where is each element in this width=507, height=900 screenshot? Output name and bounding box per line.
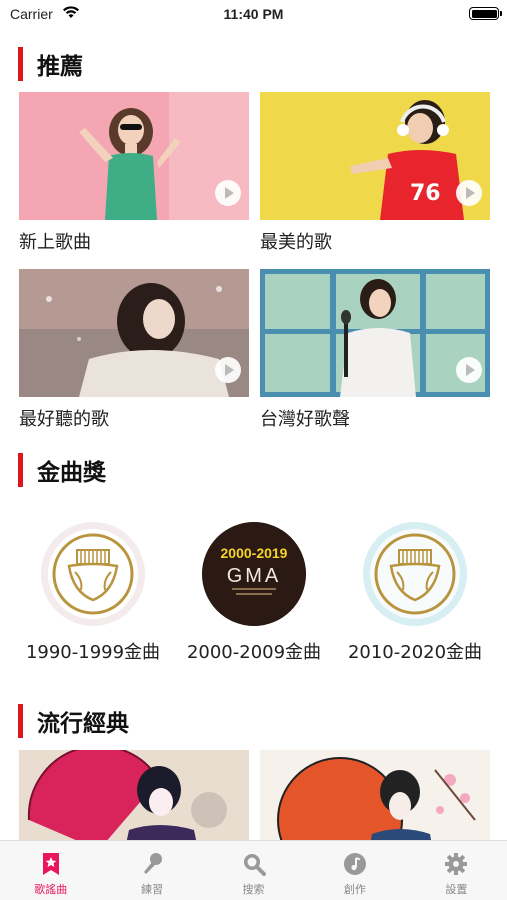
award-cover-image xyxy=(41,522,145,626)
playlist-cover-image xyxy=(260,750,490,840)
award-title: 2000-2009金曲 xyxy=(186,642,322,663)
award-title: 2010-2020金曲 xyxy=(347,642,483,663)
section-title: 推薦 xyxy=(37,54,83,80)
bookmark-star-icon xyxy=(38,851,64,877)
golden-melody-logo-icon xyxy=(48,529,138,619)
section-header-awards: 金曲獎 xyxy=(18,453,106,487)
gma-logo-icon: 2000-2019 GMA xyxy=(202,522,306,626)
section-title: 流行經典 xyxy=(37,711,129,737)
playlist-title: 新上歌曲 xyxy=(19,232,91,253)
section-header-classics: 流行經典 xyxy=(18,704,129,738)
tab-bar: 歌謠曲 練習 搜索 創作 設置 xyxy=(0,840,507,900)
playlist-cover-image xyxy=(19,750,249,840)
section-accent-bar xyxy=(18,704,23,738)
music-note-icon xyxy=(342,851,368,877)
tab-practice[interactable]: 練習 xyxy=(101,841,202,900)
playlist-title: 最好聽的歌 xyxy=(19,409,109,430)
play-icon[interactable] xyxy=(215,180,241,206)
award-card-1990s[interactable]: 1990-1999金曲 xyxy=(13,522,173,664)
playlist-card-classic-2[interactable] xyxy=(260,750,490,840)
status-bar: Carrier 11:40 PM xyxy=(0,0,507,30)
award-title: 1990-1999金曲 xyxy=(25,642,161,663)
award-card-2010s[interactable]: 2010-2020金曲 xyxy=(335,522,495,664)
search-icon xyxy=(241,851,267,877)
tab-create[interactable]: 創作 xyxy=(304,841,405,900)
microphone-icon xyxy=(139,851,165,877)
playlist-cover-image: 76 xyxy=(260,92,490,220)
svg-text:76: 76 xyxy=(410,181,441,206)
gear-icon xyxy=(443,851,469,877)
section-header-recommended: 推薦 xyxy=(18,47,83,81)
section-accent-bar xyxy=(18,453,23,487)
play-icon[interactable] xyxy=(215,357,241,383)
award-badge-logo: GMA xyxy=(227,565,282,587)
battery-icon xyxy=(469,7,502,20)
tab-label: 搜索 xyxy=(242,883,265,896)
tab-label: 練習 xyxy=(141,883,164,896)
section-title: 金曲獎 xyxy=(37,460,106,486)
playlist-cover-image xyxy=(260,269,490,397)
playlist-title: 台灣好歌聲 xyxy=(260,409,350,430)
playlist-cover-image xyxy=(19,269,249,397)
playlist-card-classic-1[interactable] xyxy=(19,750,249,840)
tab-label: 歌謠曲 xyxy=(34,883,68,896)
playlist-card-most-beautiful[interactable]: 76 最美的歌 xyxy=(260,92,490,254)
award-cover-image: 2000-2019 GMA xyxy=(202,522,306,626)
play-icon[interactable] xyxy=(456,357,482,383)
award-card-2000s[interactable]: 2000-2019 GMA 2000-2009金曲 xyxy=(174,522,334,664)
main-content[interactable]: 推薦 新上歌曲 76 最美的歌 最好聽的歌 台灣好歌聲 金曲獎 1990-199… xyxy=(0,30,507,840)
playlist-card-taiwan-voices[interactable]: 台灣好歌聲 xyxy=(260,269,490,431)
playlist-card-best-sounding[interactable]: 最好聽的歌 xyxy=(19,269,249,431)
playlist-card-new-songs[interactable]: 新上歌曲 xyxy=(19,92,249,254)
section-accent-bar xyxy=(18,47,23,81)
tab-settings[interactable]: 設置 xyxy=(406,841,507,900)
award-cover-image xyxy=(363,522,467,626)
tab-songs[interactable]: 歌謠曲 xyxy=(0,841,101,900)
golden-melody-logo-icon xyxy=(370,529,460,619)
playlist-cover-image xyxy=(19,92,249,220)
playlist-title: 最美的歌 xyxy=(260,232,332,253)
clock: 11:40 PM xyxy=(223,6,284,22)
award-badge-year: 2000-2019 xyxy=(221,545,288,561)
tab-label: 創作 xyxy=(343,883,366,896)
tab-label: 設置 xyxy=(445,883,468,896)
play-icon[interactable] xyxy=(456,180,482,206)
tab-search[interactable]: 搜索 xyxy=(203,841,304,900)
